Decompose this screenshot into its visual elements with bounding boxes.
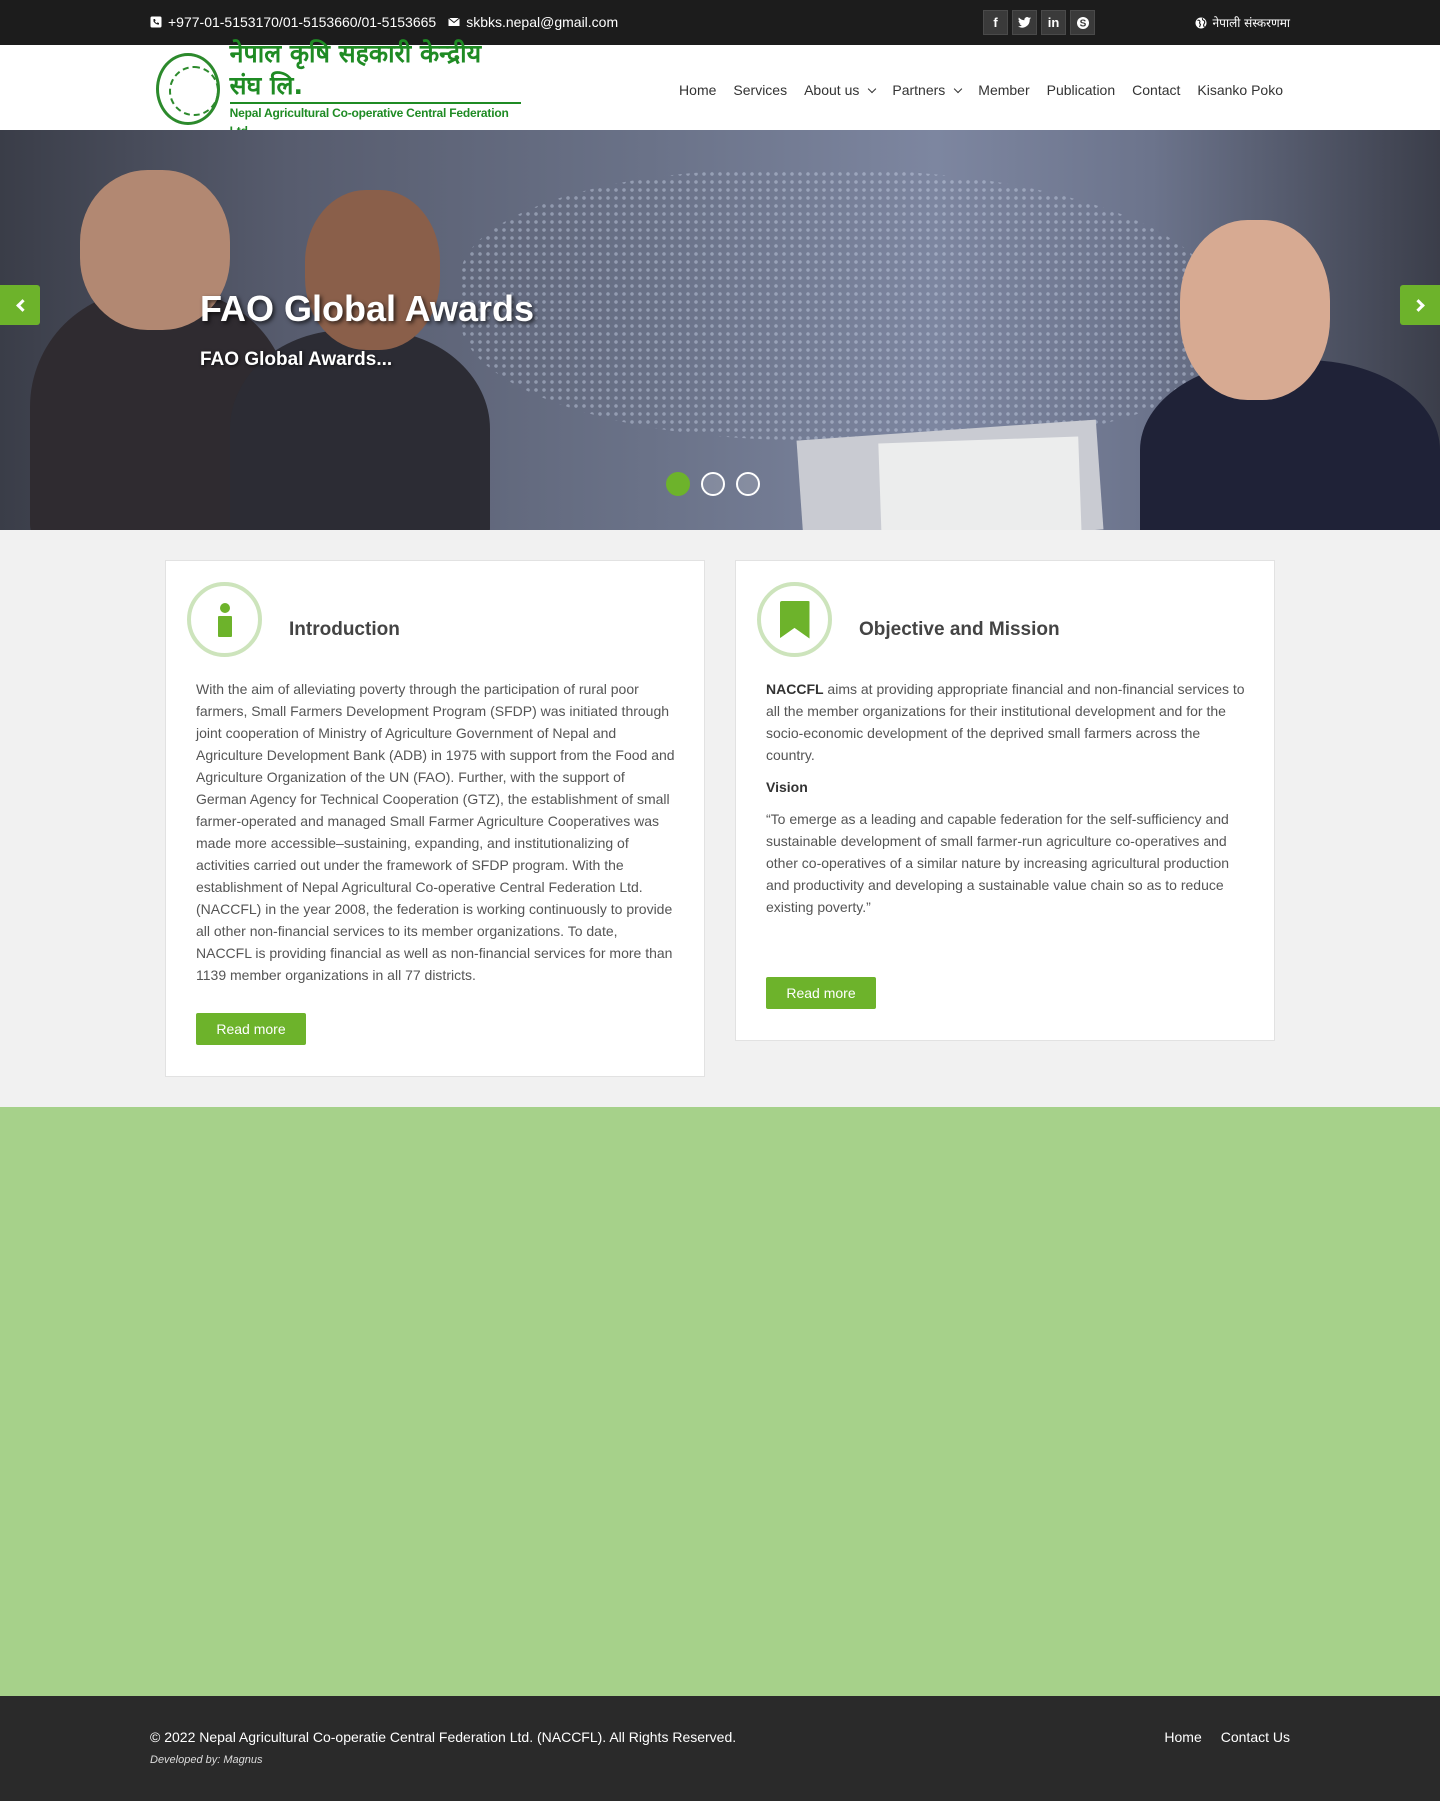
logo-nepali-name: नेपाल कृषि सहकारी केन्द्रीय संघ लि. <box>229 38 521 104</box>
site-header: नेपाल कृषि सहकारी केन्द्रीय संघ लि. Nepa… <box>0 39 1440 138</box>
intro-read-more-button[interactable]: Read more <box>196 1013 306 1045</box>
nav-kisanko-poko[interactable]: Kisanko Poko <box>1197 82 1283 98</box>
slide-photo <box>1180 220 1330 400</box>
slider-next-button[interactable] <box>1400 285 1440 325</box>
introduction-paragraph: With the aim of alleviating poverty thro… <box>196 681 675 983</box>
vision-text: “To emerge as a leading and capable fede… <box>766 811 1230 915</box>
chevron-down-icon <box>868 84 877 93</box>
mission-card: Objective and Mission NACCFL aims at pro… <box>735 560 1275 1041</box>
facebook-icon[interactable]: f <box>983 10 1008 35</box>
chevron-left-icon <box>15 298 29 312</box>
slide-subtitle: FAO Global Awards... <box>200 349 393 370</box>
language-switch[interactable]: नेपाली संस्करणमा <box>1195 14 1290 31</box>
svg-text:S: S <box>1079 18 1086 29</box>
federation-emblem <box>156 53 220 125</box>
footer-link-home[interactable]: Home <box>1164 1729 1201 1745</box>
linkedin-icon[interactable]: in <box>1041 10 1066 35</box>
slider-prev-button[interactable] <box>0 285 40 325</box>
main-nav: Home Services About us Partners Member P… <box>679 82 1283 98</box>
phone-icon <box>150 16 162 28</box>
twitter-icon[interactable] <box>1012 10 1037 35</box>
site-footer: © 2022 Nepal Agricultural Co-operatie Ce… <box>0 1696 1440 1801</box>
slider-dot-3[interactable] <box>736 472 760 496</box>
email-address[interactable]: skbks.nepal@gmail.com <box>466 14 618 30</box>
footer-links: Home Contact Us <box>1164 1729 1290 1745</box>
mission-title: Objective and Mission <box>859 619 1060 640</box>
world-map-backdrop <box>460 170 1220 440</box>
chevron-down-icon <box>954 84 963 93</box>
info-badge <box>187 582 262 657</box>
skype-icon[interactable]: S <box>1070 10 1095 35</box>
green-section <box>0 1107 1440 1696</box>
slider-dot-2[interactable] <box>701 472 725 496</box>
nav-services[interactable]: Services <box>733 82 787 98</box>
introduction-text: With the aim of alleviating poverty thro… <box>196 678 676 996</box>
nav-publication[interactable]: Publication <box>1047 82 1116 98</box>
slide-photo <box>878 436 1082 530</box>
bookmark-badge <box>757 582 832 657</box>
vision-heading: Vision <box>766 779 808 795</box>
top-bar: +977-01-5153170/01-5153660/01-5153665 sk… <box>0 0 1440 45</box>
hero-slider: FAO Global Awards FAO Global Awards... <box>0 130 1440 530</box>
nav-member[interactable]: Member <box>978 82 1029 98</box>
copyright-text: © 2022 Nepal Agricultural Co-operatie Ce… <box>150 1729 737 1745</box>
contact-info: +977-01-5153170/01-5153660/01-5153665 sk… <box>150 14 618 30</box>
bookmark-icon <box>779 600 810 639</box>
envelope-icon <box>448 17 461 26</box>
language-label: नेपाली संस्करणमा <box>1212 16 1290 30</box>
nav-about-us[interactable]: About us <box>804 82 877 98</box>
mission-paragraph: NACCFL aims at providing appropriate fin… <box>766 678 1246 766</box>
site-logo[interactable]: नेपाल कृषि सहकारी केन्द्रीय संघ लि. Nepa… <box>156 39 521 138</box>
developer-credit: Developed by: Magnus <box>150 1754 263 1766</box>
slider-indicators <box>666 472 760 496</box>
chevron-right-icon <box>1411 298 1425 312</box>
introduction-card: Introduction With the aim of alleviating… <box>165 560 705 1077</box>
nav-contact[interactable]: Contact <box>1132 82 1180 98</box>
slider-dot-1[interactable] <box>666 472 690 496</box>
mission-lead-text: aims at providing appropriate financial … <box>766 681 1245 763</box>
mission-text: NACCFL aims at providing appropriate fin… <box>766 678 1246 928</box>
slide-title: FAO Global Awards <box>200 288 535 329</box>
mission-read-more-button[interactable]: Read more <box>766 977 876 1009</box>
info-icon <box>217 602 232 637</box>
globe-icon <box>1195 17 1207 28</box>
mission-lead-bold: NACCFL <box>766 681 824 697</box>
social-links: f in S <box>983 10 1095 35</box>
nav-partners[interactable]: Partners <box>892 82 963 98</box>
phone-number[interactable]: +977-01-5153170/01-5153660/01-5153665 <box>168 14 436 30</box>
introduction-title: Introduction <box>289 619 400 640</box>
footer-link-contact-us[interactable]: Contact Us <box>1221 1729 1290 1745</box>
nav-home[interactable]: Home <box>679 82 716 98</box>
